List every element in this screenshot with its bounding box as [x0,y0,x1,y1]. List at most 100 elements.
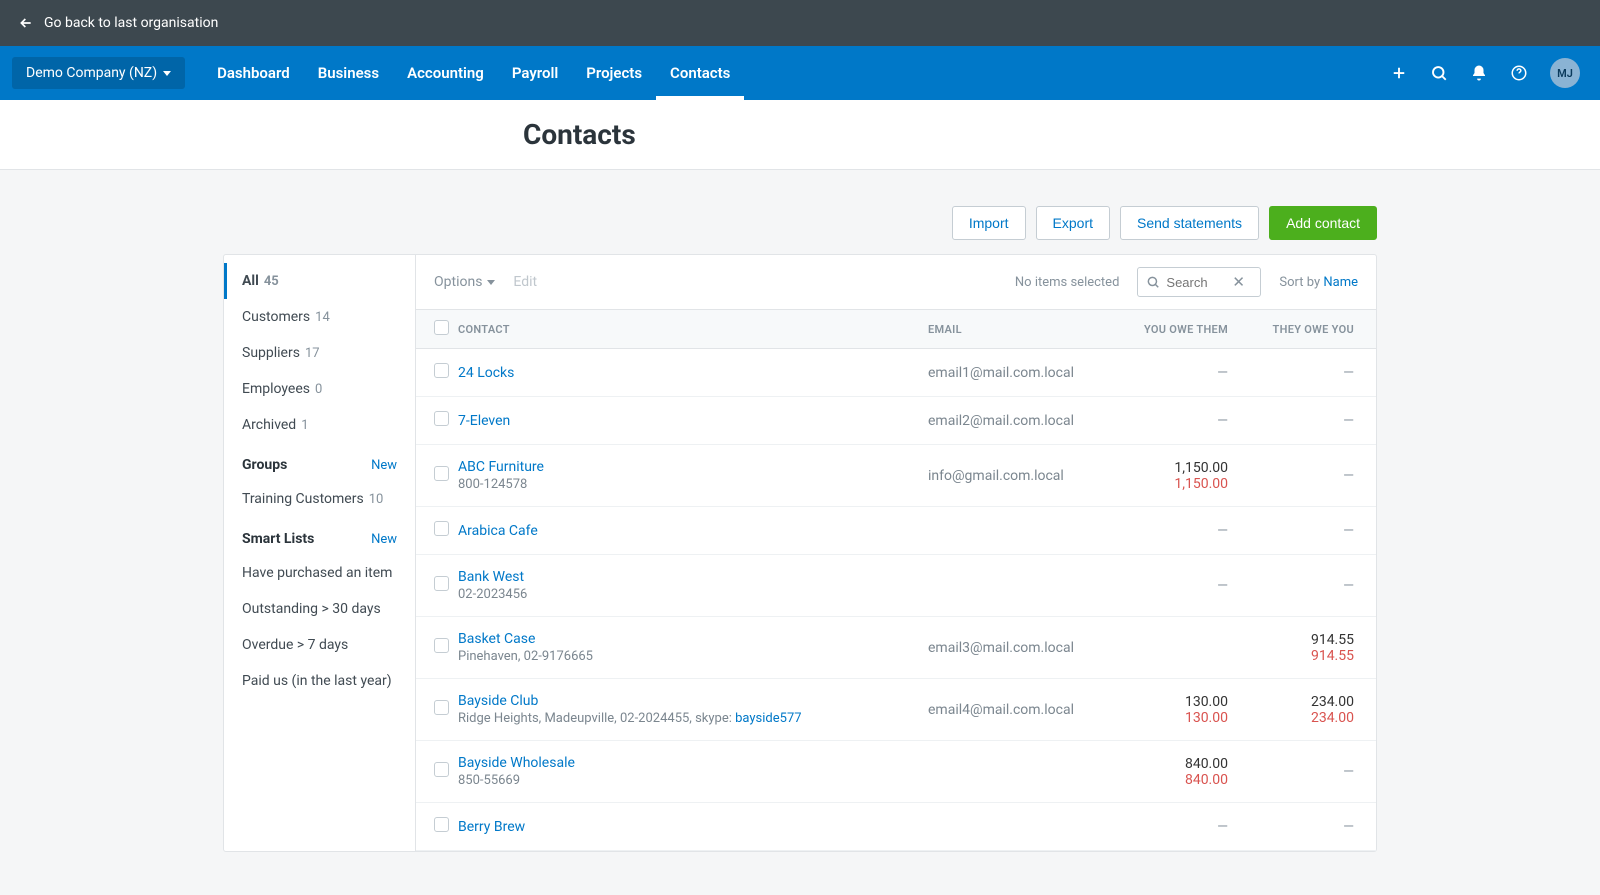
selection-status: No items selected [1015,275,1120,290]
contact-sub: 850-55669 [458,773,928,788]
bell-icon[interactable] [1470,64,1488,82]
caret-down-icon [163,71,171,76]
row-checkbox[interactable] [434,638,449,653]
contact-name-link[interactable]: Berry Brew [458,819,928,835]
table-row: 7-Eleven email2@mail.com.local — — [416,397,1376,445]
table-row: Berry Brew — — [416,803,1376,851]
table-row: Bank West 02-2023456 — — [416,555,1376,617]
contact-sub: 800-124578 [458,477,928,492]
you-owe-cell: 130.00130.00 [1118,694,1228,726]
sidebar-filter-customers[interactable]: Customers 14 [224,299,415,335]
you-owe-cell: 840.00840.00 [1118,756,1228,788]
avatar[interactable]: MJ [1550,58,1580,88]
caret-down-icon [487,280,495,285]
smart-lists-header: Smart Lists [242,531,314,547]
nav-link-payroll[interactable]: Payroll [498,46,572,100]
contact-sub-link[interactable]: bayside577 [735,711,801,726]
search-input[interactable] [1166,275,1226,290]
they-owe-cell: 914.55914.55 [1228,632,1358,664]
column-email: EMAIL [928,323,1118,336]
they-owe-cell: — [1228,819,1358,835]
contact-email: email2@mail.com.local [928,413,1074,429]
contact-email: email3@mail.com.local [928,640,1074,656]
sidebar-filter-all[interactable]: All 45 [224,263,415,299]
row-checkbox[interactable] [434,411,449,426]
they-owe-cell: — [1228,578,1358,594]
nav-link-dashboard[interactable]: Dashboard [203,46,304,100]
org-switcher[interactable]: Demo Company (NZ) [12,57,185,89]
export-button[interactable]: Export [1036,206,1110,240]
groups-new-link[interactable]: New [371,458,397,473]
nav-link-business[interactable]: Business [304,46,393,100]
contact-email: email4@mail.com.local [928,702,1074,718]
options-dropdown[interactable]: Options [434,274,495,290]
contact-email: info@gmail.com.local [928,468,1064,484]
contact-name-link[interactable]: ABC Furniture [458,459,928,475]
column-you-owe: YOU OWE THEM [1118,323,1228,336]
contact-email: email1@mail.com.local [928,365,1074,381]
row-checkbox[interactable] [434,576,449,591]
nav-link-contacts[interactable]: Contacts [656,46,744,100]
contact-name-link[interactable]: 24 Locks [458,365,928,381]
table-row: Bayside Club Ridge Heights, Madeupville,… [416,679,1376,741]
send-statements-button[interactable]: Send statements [1120,206,1259,240]
sort-label: Sort by [1279,275,1320,290]
contact-name-link[interactable]: Arabica Cafe [458,523,928,539]
table-row: ABC Furniture 800-124578 info@gmail.com.… [416,445,1376,507]
search-icon[interactable] [1430,64,1448,82]
add-contact-button[interactable]: Add contact [1269,206,1377,240]
they-owe-cell: 234.00234.00 [1228,694,1358,726]
import-button[interactable]: Import [952,206,1026,240]
go-back-link[interactable]: Go back to last organisation [18,15,218,31]
groups-header: Groups [242,457,287,473]
row-checkbox[interactable] [434,363,449,378]
contact-name-link[interactable]: Bayside Club [458,693,928,709]
sidebar-smart-item[interactable]: Overdue > 7 days [224,627,415,663]
they-owe-cell: — [1228,365,1358,381]
they-owe-cell: — [1228,764,1358,780]
contact-name-link[interactable]: Bayside Wholesale [458,755,928,771]
table-row: Bayside Wholesale 850-55669 840.00840.00… [416,741,1376,803]
you-owe-cell: — [1118,819,1228,835]
sidebar-smart-item[interactable]: Have purchased an item [224,555,415,591]
page-title: Contacts [223,118,1377,151]
plus-icon[interactable] [1390,64,1408,82]
select-all-checkbox[interactable] [434,320,449,335]
org-name: Demo Company (NZ) [26,65,157,81]
sidebar-filter-archived[interactable]: Archived 1 [224,407,415,443]
sidebar-smart-item[interactable]: Paid us (in the last year) [224,663,415,699]
contact-sub: 02-2023456 [458,587,928,602]
smart-new-link[interactable]: New [371,532,397,547]
nav-link-projects[interactable]: Projects [572,46,656,100]
row-checkbox[interactable] [434,466,449,481]
sidebar-filter-employees[interactable]: Employees 0 [224,371,415,407]
they-owe-cell: — [1228,523,1358,539]
you-owe-cell: 1,150.001,150.00 [1118,460,1228,492]
contact-name-link[interactable]: Basket Case [458,631,928,647]
sidebar-group-item[interactable]: Training Customers 10 [224,481,415,517]
clear-search-icon[interactable]: ✕ [1232,273,1245,291]
arrow-left-icon [18,15,34,31]
row-checkbox[interactable] [434,817,449,832]
sidebar-filter-suppliers[interactable]: Suppliers 17 [224,335,415,371]
go-back-label: Go back to last organisation [44,15,218,31]
help-icon[interactable] [1510,64,1528,82]
search-icon [1146,275,1160,289]
they-owe-cell: — [1228,413,1358,429]
sidebar-smart-item[interactable]: Outstanding > 30 days [224,591,415,627]
table-row: 24 Locks email1@mail.com.local — — [416,349,1376,397]
sort-value[interactable]: Name [1323,275,1358,290]
table-row: Basket Case Pinehaven, 02-9176665 email3… [416,617,1376,679]
row-checkbox[interactable] [434,521,449,536]
contact-sub: Pinehaven, 02-9176665 [458,649,928,664]
contact-name-link[interactable]: Bank West [458,569,928,585]
contact-name-link[interactable]: 7-Eleven [458,413,928,429]
column-contact: CONTACT [458,323,928,336]
row-checkbox[interactable] [434,762,449,777]
you-owe-cell: — [1118,413,1228,429]
table-row: Arabica Cafe — — [416,507,1376,555]
search-input-wrapper[interactable]: ✕ [1137,267,1261,297]
nav-link-accounting[interactable]: Accounting [393,46,498,100]
you-owe-cell: — [1118,523,1228,539]
row-checkbox[interactable] [434,700,449,715]
